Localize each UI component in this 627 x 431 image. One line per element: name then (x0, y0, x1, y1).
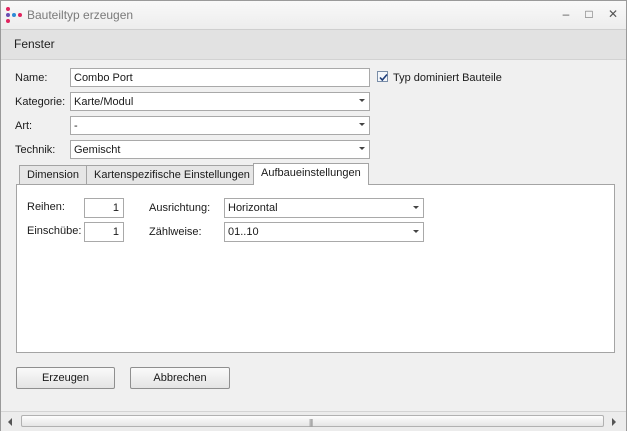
menu-fenster[interactable]: Fenster (14, 37, 55, 51)
minimize-button[interactable]: – (556, 6, 576, 22)
zaehlweise-value: 01..10 (228, 226, 259, 238)
ausrichtung-label: Ausrichtung: (149, 202, 211, 214)
dialog-window: Bauteiltyp erzeugen – □ ✕ Fenster Name: … (0, 0, 627, 431)
art-value: - (74, 120, 78, 132)
kategorie-select[interactable]: Karte/Modul (70, 92, 370, 111)
technik-value: Gemischt (74, 144, 121, 156)
kategorie-value: Karte/Modul (74, 96, 134, 108)
scrollbar-thumb[interactable]: ||| (21, 415, 604, 427)
dominates-checkbox[interactable] (377, 71, 388, 82)
tab-dimension[interactable]: Dimension (19, 165, 87, 185)
close-button[interactable]: ✕ (603, 6, 623, 22)
scroll-right-icon[interactable] (612, 418, 616, 426)
scroll-left-icon[interactable] (8, 418, 12, 426)
name-input-value: Combo Port (74, 72, 133, 84)
zaehlweise-label: Zählweise: (149, 226, 202, 238)
dominates-checkbox-label: Typ dominiert Bauteile (393, 72, 502, 84)
name-input[interactable]: Combo Port (70, 68, 370, 87)
chevron-down-icon (359, 99, 365, 102)
horizontal-scrollbar[interactable]: ||| (1, 411, 626, 431)
tab-panel-aufbau: Reihen: 1 Einschübe: 1 Ausrichtung: Hori… (16, 184, 615, 353)
ausrichtung-select[interactable]: Horizontal (224, 198, 424, 218)
reihen-label: Reihen: (27, 201, 65, 213)
ausrichtung-value: Horizontal (228, 202, 278, 214)
tab-aufbaueinstellungen[interactable]: Aufbaueinstellungen (253, 163, 369, 185)
checkmark-icon (379, 73, 388, 82)
menu-ribbon: Fenster (1, 29, 626, 60)
app-icon (6, 7, 22, 23)
chevron-down-icon (413, 206, 419, 209)
maximize-button[interactable]: □ (579, 6, 599, 22)
chevron-down-icon (359, 147, 365, 150)
grip-icon: ||| (309, 418, 313, 427)
create-button[interactable]: Erzeugen (16, 367, 115, 389)
einschuebe-label: Einschübe: (27, 225, 82, 237)
technik-label: Technik: (15, 144, 56, 156)
einschuebe-value: 1 (112, 226, 119, 238)
window-title: Bauteiltyp erzeugen (27, 8, 134, 22)
reihen-value: 1 (112, 202, 119, 214)
chevron-down-icon (359, 123, 365, 126)
art-select[interactable]: - (70, 116, 370, 135)
cancel-button[interactable]: Abbrechen (130, 367, 230, 389)
reihen-input[interactable]: 1 (84, 198, 124, 218)
name-label: Name: (15, 72, 48, 84)
tab-kartenspezifische-einstellungen[interactable]: Kartenspezifische Einstellungen (86, 165, 258, 185)
einschuebe-input[interactable]: 1 (84, 222, 124, 242)
zaehlweise-select[interactable]: 01..10 (224, 222, 424, 242)
kategorie-label: Kategorie: (15, 96, 66, 108)
technik-select[interactable]: Gemischt (70, 140, 370, 159)
chevron-down-icon (413, 230, 419, 233)
title-bar[interactable]: Bauteiltyp erzeugen – □ ✕ (1, 1, 626, 29)
art-label: Art: (15, 120, 33, 132)
